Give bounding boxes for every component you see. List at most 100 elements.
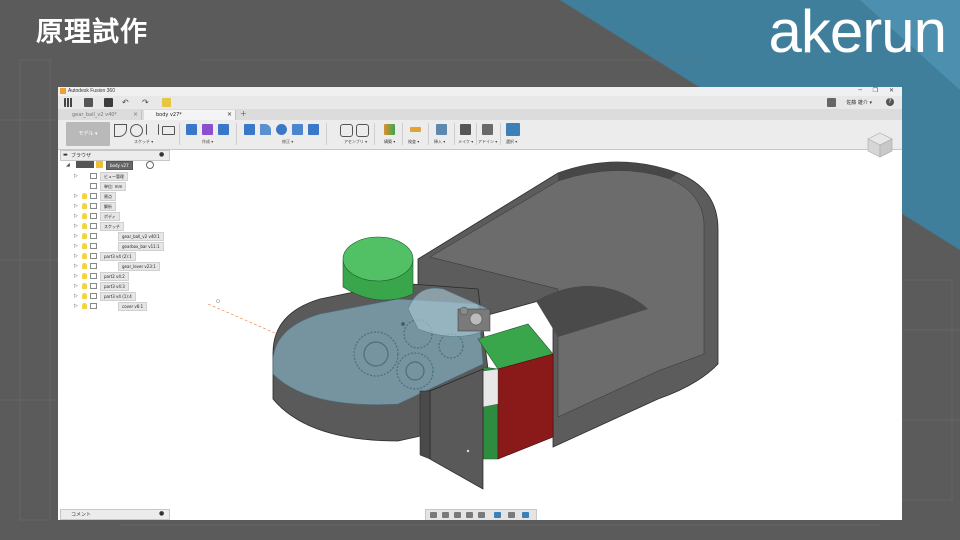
component-icon (90, 293, 97, 299)
combine-icon[interactable] (292, 124, 303, 135)
view-cube-icon[interactable] (866, 131, 894, 159)
ribbon-group-make[interactable]: メイク ▾ (458, 139, 473, 145)
revolve-icon[interactable] (202, 124, 213, 135)
notification-icon[interactable] (827, 98, 836, 107)
pan-icon[interactable] (454, 512, 461, 518)
ribbon-group-modify[interactable]: 修正 ▾ (282, 139, 293, 145)
visibility-bulb-icon[interactable] (82, 243, 87, 249)
tree-expand-icon[interactable]: ▷ (74, 263, 78, 269)
akerun-logo: akerun (768, 0, 947, 65)
tree-expand-icon[interactable]: ▷ (74, 233, 78, 239)
file-menu-icon[interactable] (84, 98, 93, 107)
scale-icon[interactable] (308, 124, 319, 135)
zoom-icon[interactable] (466, 512, 473, 518)
press-pull-icon[interactable] (244, 124, 255, 135)
tree-expand-icon[interactable]: ▷ (74, 213, 78, 219)
close-button[interactable]: ✕ (889, 87, 894, 94)
comments-pin-icon[interactable]: ● (159, 510, 164, 517)
sweep-icon[interactable] (218, 124, 229, 135)
maximize-button[interactable]: ❐ (873, 87, 878, 94)
tree-expand-icon[interactable]: ▷ (74, 293, 78, 299)
new-tab-button[interactable]: + (240, 109, 247, 118)
tree-expand-icon[interactable]: ▷ (74, 203, 78, 209)
tab-gear-ball[interactable]: gear_ball_v2 v40* × (60, 110, 142, 120)
visibility-bulb-icon[interactable] (82, 263, 87, 269)
visibility-bulb-icon[interactable] (82, 223, 87, 229)
extrude-icon[interactable] (186, 124, 197, 135)
user-account-menu[interactable]: 佐藤 雄介 ▾ (846, 99, 872, 106)
tree-expand-icon[interactable]: ▷ (74, 303, 78, 309)
tree-expand-icon[interactable]: ▷ (74, 243, 78, 249)
ribbon-group-construct[interactable]: 構築 ▾ (384, 139, 395, 145)
visibility-bulb-icon[interactable] (82, 273, 87, 279)
tree-expand-icon[interactable]: ▷ (74, 173, 78, 179)
save-icon[interactable] (104, 98, 113, 107)
as-built-joint-icon[interactable] (356, 124, 369, 137)
job-status-icon[interactable] (162, 98, 171, 107)
ribbon-group-insert[interactable]: 挿入 ▾ (434, 139, 445, 145)
undo-icon[interactable]: ↶ (122, 98, 131, 107)
sketch-arc-icon[interactable] (114, 124, 127, 137)
look-at-icon[interactable] (442, 512, 449, 518)
minimize-button[interactable]: ─ (858, 87, 862, 94)
visibility-bulb-icon[interactable] (82, 203, 87, 209)
component-icon (76, 161, 94, 168)
insert-image-icon[interactable] (436, 124, 447, 135)
visibility-bulb-icon[interactable] (82, 213, 87, 219)
browser-panel-header[interactable]: ブラウザ ▬ ● (60, 150, 170, 161)
visibility-bulb-icon[interactable] (82, 283, 87, 289)
browser-pin-icon[interactable]: ● (159, 151, 164, 158)
shell-icon[interactable] (276, 124, 287, 135)
display-settings-icon[interactable] (494, 512, 501, 518)
viewports-icon[interactable] (522, 512, 529, 518)
3d-viewport[interactable] (58, 159, 902, 509)
tree-expand-icon[interactable]: ▷ (74, 193, 78, 199)
fillet-icon[interactable] (260, 124, 271, 135)
help-icon[interactable]: ? (886, 98, 894, 106)
orbit-icon[interactable] (430, 512, 437, 518)
data-panel-grid-icon[interactable] (64, 98, 73, 107)
workspace-mode-button[interactable]: モデル ▾ (66, 122, 110, 146)
visibility-bulb-icon[interactable] (82, 293, 87, 299)
select-icon[interactable] (506, 123, 520, 136)
3d-print-icon[interactable] (460, 124, 471, 135)
tree-expand-icon[interactable]: ◢ (66, 162, 70, 168)
sketch-dimension-icon[interactable] (146, 124, 159, 135)
ribbon-group-inspect[interactable]: 検査 ▾ (408, 139, 419, 145)
browser-collapse-icon[interactable]: ▬ (63, 152, 68, 158)
green-motor-cover[interactable] (342, 236, 414, 301)
redo-icon[interactable]: ↷ (142, 98, 151, 107)
tree-item-label: スケッチ (100, 222, 124, 231)
tree-expand-icon[interactable]: ▷ (74, 283, 78, 289)
ribbon-group-addins[interactable]: アドイン ▾ (478, 139, 497, 145)
visibility-bulb-icon[interactable] (82, 233, 87, 239)
fit-icon[interactable] (478, 512, 485, 518)
tree-expand-icon[interactable]: ▷ (74, 273, 78, 279)
visibility-bulb-icon[interactable] (82, 303, 87, 309)
ribbon-separator (402, 123, 403, 145)
tree-item-label: gear_ball_v2 v40:1 (118, 232, 164, 241)
comments-panel[interactable]: コメント ● (60, 509, 170, 520)
ribbon-group-select[interactable]: 選択 ▾ (506, 139, 517, 145)
ribbon-group-create[interactable]: 作成 ▾ (202, 139, 213, 145)
visibility-bulb-icon[interactable] (82, 193, 87, 199)
joint-icon[interactable] (340, 124, 353, 137)
tree-expand-icon[interactable]: ▷ (74, 223, 78, 229)
activate-radio-icon[interactable] (146, 161, 154, 169)
scripts-addins-icon[interactable] (482, 124, 493, 135)
battery-block[interactable] (477, 323, 554, 460)
ribbon-group-assemble[interactable]: アセンブリ ▾ (344, 139, 367, 145)
sketch-rectangle-icon[interactable] (162, 126, 175, 135)
tab-close-icon[interactable]: × (133, 110, 138, 120)
ribbon-separator (326, 123, 327, 145)
offset-plane-icon[interactable] (384, 124, 395, 135)
tree-expand-icon[interactable]: ▷ (74, 253, 78, 259)
tree-item-label: ボディ (100, 212, 120, 221)
measure-icon[interactable] (410, 127, 421, 132)
grid-settings-icon[interactable] (508, 512, 515, 518)
ribbon-group-sketch[interactable]: スケッチ ▾ (134, 139, 153, 145)
tab-body[interactable]: body v27* × (144, 110, 236, 120)
sketch-circle-icon[interactable] (130, 124, 143, 137)
visibility-bulb-icon[interactable] (82, 253, 87, 259)
tab-close-icon[interactable]: × (227, 110, 232, 120)
